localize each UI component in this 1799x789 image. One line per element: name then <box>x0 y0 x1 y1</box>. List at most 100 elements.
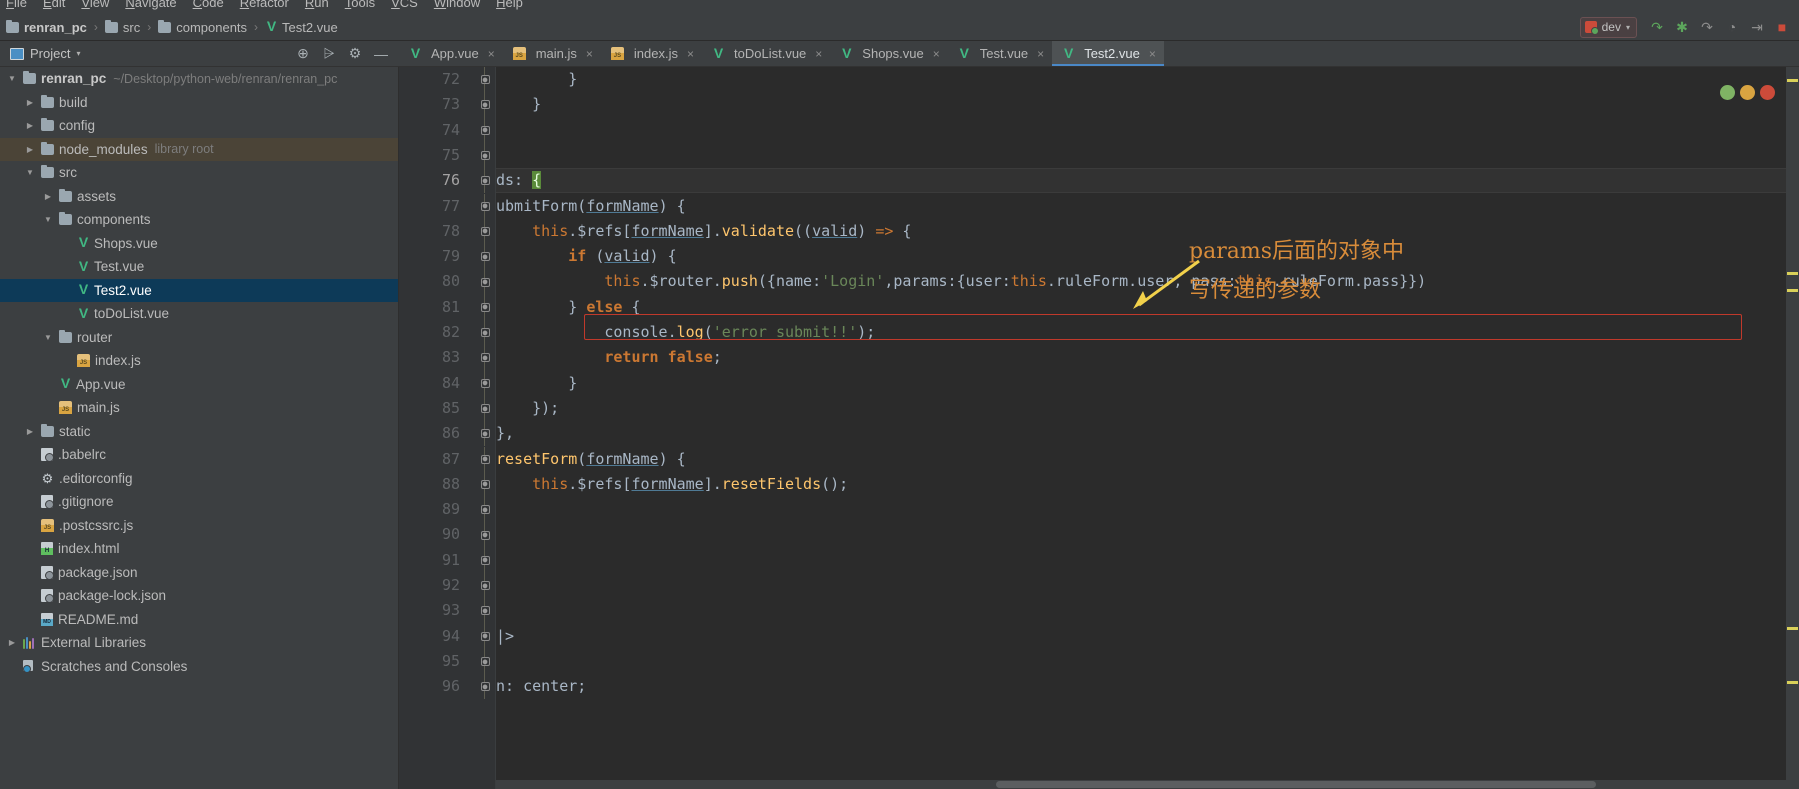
code-line-86[interactable]: }, <box>496 421 1799 446</box>
collapse-all-icon[interactable]: ⩥ <box>321 45 337 62</box>
fold-marker-74[interactable]: ● <box>474 117 496 143</box>
chevron-right-icon[interactable]: ▶ <box>42 380 54 389</box>
close-icon[interactable]: × <box>1149 47 1156 61</box>
tree-item-package-lock-json[interactable]: ▶ package-lock.json <box>0 584 398 608</box>
editor-marker-bar[interactable] <box>1786 67 1799 789</box>
breadcrumb-item-test2-vue[interactable]: V Test2.vue <box>265 19 338 35</box>
code-line-87[interactable]: resetForm(formName) { <box>496 447 1799 472</box>
tree-item-package-json[interactable]: ▶ package.json <box>0 561 398 585</box>
editor-tab-app-vue[interactable]: V App.vue × <box>399 41 503 66</box>
code-editor[interactable]: 72 73 74 75 76 77 78 79 80 81 82 83 84 85 86 87 88 89 90 91… <box>399 67 1799 789</box>
inspection-ok-dot[interactable] <box>1720 85 1735 100</box>
fold-marker-86[interactable]: ● <box>474 421 496 447</box>
fold-marker-84[interactable]: ● <box>474 370 496 396</box>
fold-marker-78[interactable]: ● <box>474 218 496 245</box>
fold-marker-79[interactable]: ● <box>474 244 496 270</box>
code-folding-column[interactable]: ● ● ● ● ● ● ● ● ● ● ● ● ● ● ● ● ● ● ● ● ● ● ● ● ● <box>474 67 496 789</box>
code-line-94[interactable]: |> <box>496 624 1799 649</box>
chevron-right-icon[interactable]: ▶ <box>24 474 36 483</box>
chevron-down-icon[interactable]: ▼ <box>42 215 54 224</box>
code-line-76[interactable]: ds: { <box>496 168 1799 193</box>
fold-marker-83[interactable]: ● <box>474 345 496 371</box>
tree-item-app-vue[interactable]: ▶ V App.vue <box>0 373 398 397</box>
editor-tab-main-js[interactable]: main.js × <box>503 41 601 66</box>
tree-item-static[interactable]: ▶ static <box>0 420 398 444</box>
code-line-93[interactable] <box>496 598 1799 623</box>
code-line-90[interactable] <box>496 522 1799 547</box>
settings-gear-icon[interactable]: ⚙ <box>347 45 363 62</box>
horizontal-scrollbar[interactable] <box>496 780 1786 789</box>
chevron-right-icon[interactable]: ▶ <box>6 638 18 647</box>
tree-item--editorconfig[interactable]: ▶ ⚙ .editorconfig <box>0 467 398 491</box>
tree-item-readme-md[interactable]: ▶ README.md <box>0 608 398 632</box>
scrollbar-thumb[interactable] <box>996 781 1596 788</box>
chevron-down-icon[interactable]: ▼ <box>6 74 18 83</box>
fold-marker-77[interactable]: ● <box>474 193 496 219</box>
tree-item-node_modules[interactable]: ▶ node_modules library root <box>0 137 398 161</box>
run-configuration-selector[interactable]: dev ▾ <box>1579 16 1637 38</box>
fold-marker-95[interactable]: ● <box>474 648 496 675</box>
breadcrumb[interactable]: renran_pc › src › components › V Test2.vue <box>6 19 338 35</box>
code-line-72[interactable]: } <box>496 67 1799 92</box>
tree-item-external-libraries[interactable]: ▶ External Libraries <box>0 631 398 655</box>
attach-process-button[interactable]: ⇥ <box>1746 16 1768 38</box>
menu-item-window[interactable]: Window <box>434 0 480 10</box>
fold-marker-89[interactable]: ● <box>474 497 496 523</box>
menu-item-view[interactable]: View <box>81 0 109 10</box>
project-tree[interactable]: ▼ renran_pc ~/Desktop/python-web/renran/re… <box>0 67 399 789</box>
chevron-right-icon[interactable]: ▶ <box>24 450 36 459</box>
debug-button[interactable]: ✱ <box>1671 16 1693 38</box>
code-line-85[interactable]: }); <box>496 396 1799 421</box>
fold-marker-80[interactable]: ● <box>474 269 496 295</box>
chevron-down-icon[interactable]: ▼ <box>24 168 36 177</box>
menu-item-edit[interactable]: Edit <box>43 0 65 10</box>
tree-item-renran_pc[interactable]: ▼ renran_pc ~/Desktop/python-web/renran/re… <box>0 67 398 91</box>
fold-marker-82[interactable]: ● <box>474 320 496 346</box>
code-line-89[interactable] <box>496 497 1799 522</box>
code-line-91[interactable] <box>496 548 1799 573</box>
fold-marker-87[interactable]: ● <box>474 446 496 472</box>
chevron-right-icon[interactable]: ▶ <box>6 662 18 671</box>
fold-marker-93[interactable]: ● <box>474 598 496 624</box>
tree-item-main-js[interactable]: ▶ main.js <box>0 396 398 420</box>
tree-item-scratches-and-consoles[interactable]: ▶ Scratches and Consoles <box>0 655 398 679</box>
locate-in-tree-icon[interactable]: ⊕ <box>295 45 311 62</box>
chevron-right-icon[interactable]: ▶ <box>42 403 54 412</box>
tree-item-build[interactable]: ▶ build <box>0 91 398 115</box>
menu-item-file[interactable]: File <box>6 0 27 10</box>
run-with-coverage-button[interactable]: ↷ <box>1696 16 1718 38</box>
chevron-right-icon[interactable]: ▶ <box>60 286 72 295</box>
tree-item-todolist-vue[interactable]: ▶ VtoDoList.vue <box>0 302 398 326</box>
chevron-right-icon[interactable]: ▶ <box>24 615 36 624</box>
close-icon[interactable]: × <box>586 47 593 61</box>
close-icon[interactable]: × <box>1037 47 1044 61</box>
code-line-92[interactable] <box>496 573 1799 598</box>
hide-panel-icon[interactable]: — <box>373 46 389 62</box>
chevron-right-icon[interactable]: ▶ <box>24 591 36 600</box>
code-line-83[interactable]: return false; <box>496 345 1799 370</box>
chevron-right-icon[interactable]: ▶ <box>24 497 36 506</box>
tree-item-test2-vue[interactable]: ▶ V Test2.vue <box>0 278 398 302</box>
editor-tab-index-js[interactable]: index.js × <box>601 41 702 66</box>
menu-bar[interactable]: File Edit View Navigate Code Refactor Run Tools… <box>0 0 1799 14</box>
menu-item-help[interactable]: Help <box>496 0 523 10</box>
tree-item-src[interactable]: ▼ src <box>0 161 398 185</box>
chevron-right-icon[interactable]: ▶ <box>60 239 72 248</box>
code-line-82[interactable]: console.log('error submit!!'); <box>496 320 1799 345</box>
code-content[interactable]: } } ds: {ubmitForm(formName) { this.$refs… <box>496 67 1799 789</box>
fold-marker-73[interactable]: ● <box>474 92 496 118</box>
chevron-right-icon[interactable]: ▶ <box>24 427 36 436</box>
tree-item-components[interactable]: ▼ components <box>0 208 398 232</box>
menu-item-code[interactable]: Code <box>193 0 224 10</box>
code-line-77[interactable]: ubmitForm(formName) { <box>496 194 1799 219</box>
chevron-right-icon[interactable]: ▶ <box>60 262 72 271</box>
editor-tab-bar[interactable]: V App.vue × main.js × index.js × VtoDoList.vue ×… <box>399 41 1799 67</box>
close-icon[interactable]: × <box>687 47 694 61</box>
chevron-right-icon[interactable]: ▶ <box>24 145 36 154</box>
tree-item--babelrc[interactable]: ▶ .babelrc <box>0 443 398 467</box>
code-line-73[interactable]: } <box>496 92 1799 117</box>
fold-marker-81[interactable]: ● <box>474 294 496 320</box>
fold-marker-94[interactable]: ● <box>474 623 496 649</box>
code-line-75[interactable] <box>496 143 1799 168</box>
menu-item-refactor[interactable]: Refactor <box>240 0 289 10</box>
